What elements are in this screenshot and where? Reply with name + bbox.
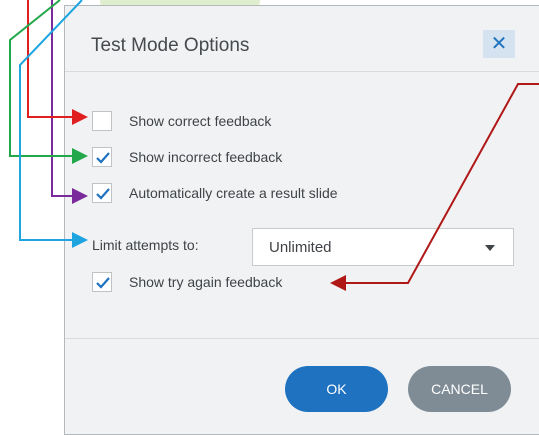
- callout-arrow-purple: [51, 0, 88, 204]
- callout-arrow-darkred: [330, 83, 539, 291]
- callout-arrows: [9, 0, 539, 291]
- callout-arrow-green: [9, 0, 88, 164]
